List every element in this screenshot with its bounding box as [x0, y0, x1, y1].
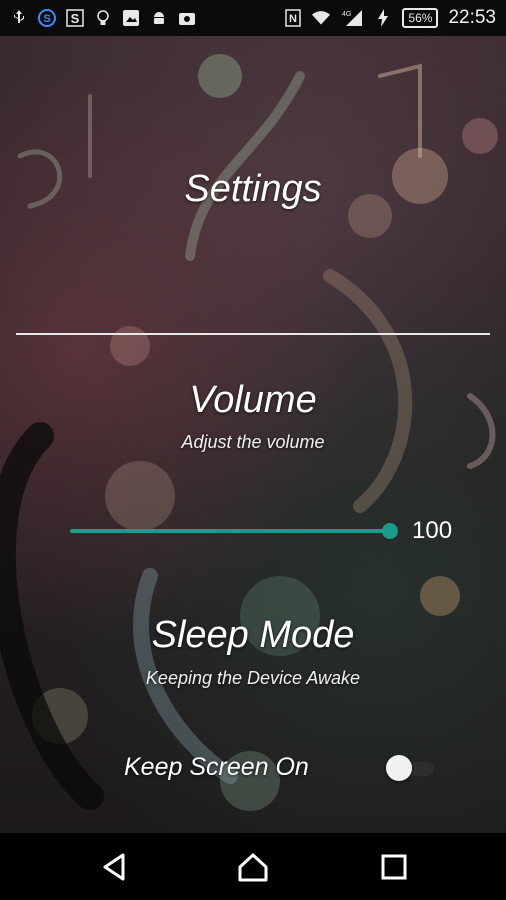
nfc-icon: N [284, 9, 302, 27]
navigation-bar [0, 833, 506, 900]
status-bar: S S N 4G 56% 22:53 [0, 0, 506, 36]
recents-icon[interactable] [376, 849, 412, 885]
image-icon [122, 9, 140, 27]
signal-icon: 4G [340, 9, 364, 27]
volume-subtitle: Adjust the volume [181, 432, 325, 452]
battery-indicator: 56% [402, 8, 439, 28]
android-icon [150, 9, 168, 27]
sleep-mode-title: Sleep Mode [151, 614, 355, 656]
usb-icon [10, 9, 28, 27]
network-label: 4G [342, 11, 351, 18]
lightbulb-icon [94, 9, 112, 27]
charging-icon [374, 9, 392, 27]
home-icon[interactable] [235, 849, 271, 885]
switch-thumb[interactable] [386, 755, 412, 781]
settings-content: Settings Volume Adjust the volume 100 Sl… [0, 36, 506, 833]
sleep-mode-subtitle: Keeping the Device Awake [145, 668, 361, 688]
back-icon[interactable] [97, 849, 133, 885]
s-icon: S [66, 9, 84, 27]
svg-text:N: N [289, 13, 297, 25]
volume-slider-fill [70, 529, 390, 533]
title-divider [16, 333, 490, 335]
svg-text:S: S [43, 13, 50, 25]
volume-slider[interactable] [70, 523, 398, 539]
photo-icon [178, 9, 196, 27]
keep-screen-on-label: Keep Screen On [124, 753, 309, 781]
screen: S S N 4G 56% 22:53 Settings Volume Adjus… [0, 0, 506, 900]
svg-text:S: S [71, 11, 80, 26]
settings-title: Settings [184, 168, 322, 210]
wifi-icon [312, 9, 331, 27]
volume-slider-thumb[interactable] [382, 523, 398, 539]
keep-screen-on-switch[interactable] [386, 755, 436, 781]
volume-value: 100 [412, 517, 453, 544]
volume-title: Volume [189, 379, 317, 421]
status-clock: 22:53 [448, 7, 496, 28]
skype-icon: S [38, 9, 56, 27]
